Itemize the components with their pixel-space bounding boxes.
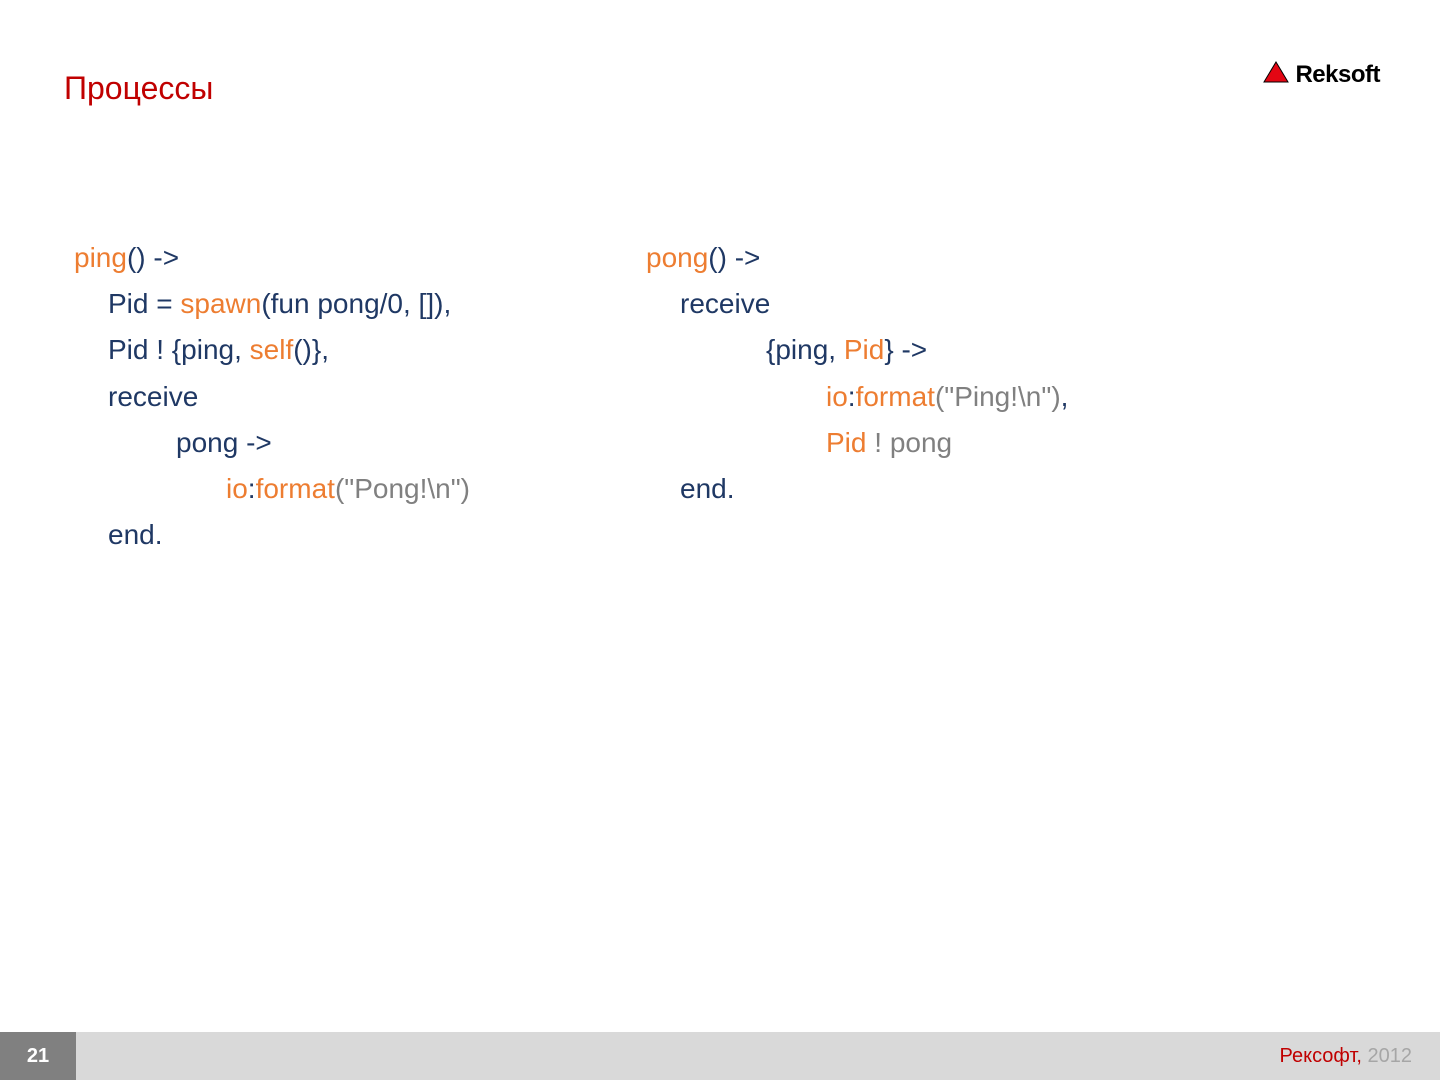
t: receive bbox=[108, 381, 198, 412]
t: Pid ! {ping, bbox=[108, 334, 250, 365]
code-line: Pid ! {ping, self()}, bbox=[74, 327, 470, 373]
t: pong bbox=[890, 427, 952, 458]
code-line: io:format("Ping!\n"), bbox=[646, 374, 1068, 420]
t: format bbox=[856, 381, 935, 412]
t: io bbox=[226, 473, 248, 504]
t: end bbox=[680, 473, 727, 504]
triangle-icon bbox=[1263, 60, 1289, 89]
footer-company: Рексофт, bbox=[1280, 1045, 1362, 1067]
code-line: io:format("Pong!\n") bbox=[74, 466, 470, 512]
code-block-pong: pong() -> receive {ping, Pid} -> io:form… bbox=[646, 235, 1068, 512]
code-line: end. bbox=[74, 512, 470, 558]
t: Pid bbox=[844, 334, 884, 365]
code-line: ping() -> bbox=[74, 235, 470, 281]
code-line: pong -> bbox=[74, 420, 470, 466]
code-line: receive bbox=[646, 281, 1068, 327]
t: format bbox=[256, 473, 335, 504]
t: ("Ping!\n") bbox=[935, 381, 1061, 412]
t: io bbox=[826, 381, 848, 412]
t: Pid bbox=[826, 427, 866, 458]
slide: Процессы Reksoft ping() -> Pid = spawn(f… bbox=[0, 0, 1440, 1080]
code-line: pong() -> bbox=[646, 235, 1068, 281]
slide-title: Процессы bbox=[64, 70, 213, 107]
code-line: Pid = spawn(fun pong/0, []), bbox=[74, 281, 470, 327]
t: spawn bbox=[180, 288, 261, 319]
t: : bbox=[248, 473, 256, 504]
t: ("Pong!\n") bbox=[335, 473, 470, 504]
t: end bbox=[108, 519, 155, 550]
t: . bbox=[727, 473, 735, 504]
footer-year: 2012 bbox=[1362, 1045, 1412, 1067]
t: pong bbox=[646, 242, 708, 273]
t: . bbox=[155, 519, 163, 550]
t: } -> bbox=[884, 334, 927, 365]
t: pong -> bbox=[176, 427, 272, 458]
t: self bbox=[250, 334, 294, 365]
t: Pid = bbox=[108, 288, 180, 319]
logo: Reksoft bbox=[1263, 60, 1380, 89]
footer: 21 Рексофт, 2012 bbox=[0, 1032, 1440, 1080]
code-line: {ping, Pid} -> bbox=[646, 327, 1068, 373]
code-line: Pid ! pong bbox=[646, 420, 1068, 466]
t: () -> bbox=[708, 242, 760, 273]
t: , bbox=[1061, 381, 1069, 412]
t: {ping, bbox=[766, 334, 844, 365]
page-number: 21 bbox=[0, 1032, 76, 1080]
t: ! bbox=[866, 427, 889, 458]
logo-text: Reksoft bbox=[1295, 61, 1380, 89]
t: (fun pong/0, []), bbox=[261, 288, 451, 319]
code-line: receive bbox=[74, 374, 470, 420]
t: ping bbox=[74, 242, 127, 273]
t: receive bbox=[680, 288, 770, 319]
footer-copyright: Рексофт, 2012 bbox=[1280, 1045, 1412, 1068]
t: ()}, bbox=[293, 334, 329, 365]
t: : bbox=[848, 381, 856, 412]
code-line: end. bbox=[646, 466, 1068, 512]
t: () -> bbox=[127, 242, 179, 273]
code-block-ping: ping() -> Pid = spawn(fun pong/0, []), P… bbox=[74, 235, 470, 558]
